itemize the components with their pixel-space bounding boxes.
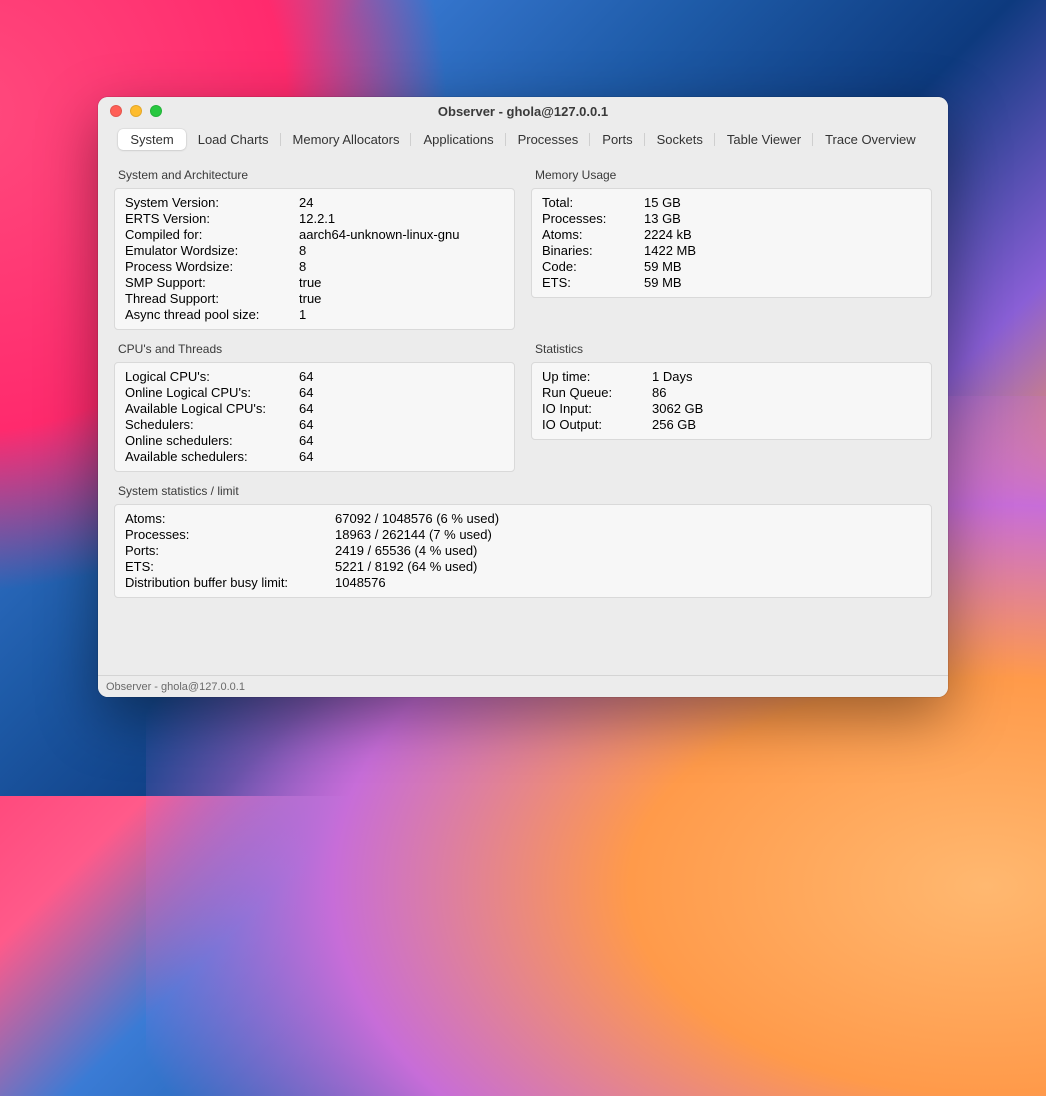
- row-limit-atoms: Atoms:67092 / 1048576 (6 % used): [125, 511, 921, 527]
- tab-load-charts[interactable]: Load Charts: [186, 129, 281, 150]
- row-mem-ets: ETS:59 MB: [542, 275, 921, 291]
- status-text: Observer - ghola@127.0.0.1: [106, 681, 245, 693]
- row-mem-atoms: Atoms:2224 kB: [542, 227, 921, 243]
- system-architecture-panel: System and Architecture System Version:2…: [114, 168, 515, 330]
- panel-title: System and Architecture: [114, 168, 515, 188]
- row-available-schedulers: Available schedulers:64: [125, 449, 504, 465]
- row-mem-binaries: Binaries:1422 MB: [542, 243, 921, 259]
- tabbar: System Load Charts Memory Allocators App…: [98, 125, 948, 156]
- titlebar[interactable]: Observer - ghola@127.0.0.1: [98, 97, 948, 125]
- row-erts-version: ERTS Version:12.2.1: [125, 211, 504, 227]
- panel-title: System statistics / limit: [114, 484, 932, 504]
- row-limit-ports: Ports:2419 / 65536 (4 % used): [125, 543, 921, 559]
- panel-body: Atoms:67092 / 1048576 (6 % used) Process…: [114, 504, 932, 598]
- tab-table-viewer[interactable]: Table Viewer: [715, 129, 813, 150]
- row-mem-processes: Processes:13 GB: [542, 211, 921, 227]
- tab-processes[interactable]: Processes: [506, 129, 591, 150]
- row-io-output: IO Output:256 GB: [542, 417, 921, 433]
- panel-body: Logical CPU's:64 Online Logical CPU's:64…: [114, 362, 515, 472]
- close-icon[interactable]: [110, 105, 122, 117]
- row-limit-dist-buffer: Distribution buffer busy limit:1048576: [125, 575, 921, 591]
- row-available-logical-cpus: Available Logical CPU's:64: [125, 401, 504, 417]
- row-online-schedulers: Online schedulers:64: [125, 433, 504, 449]
- row-emu-wordsize: Emulator Wordsize:8: [125, 243, 504, 259]
- tab-system[interactable]: System: [118, 129, 185, 150]
- row-online-logical-cpus: Online Logical CPU's:64: [125, 385, 504, 401]
- row-io-input: IO Input:3062 GB: [542, 401, 921, 417]
- window-title: Observer - ghola@127.0.0.1: [98, 104, 948, 119]
- row-smp-support: SMP Support:true: [125, 275, 504, 291]
- row-limit-processes: Processes:18963 / 262144 (7 % used): [125, 527, 921, 543]
- row-logical-cpus: Logical CPU's:64: [125, 369, 504, 385]
- row-proc-wordsize: Process Wordsize:8: [125, 259, 504, 275]
- observer-window: Observer - ghola@127.0.0.1 System Load C…: [98, 97, 948, 697]
- row-uptime: Up time:1 Days: [542, 369, 921, 385]
- panel-body: Total:15 GB Processes:13 GB Atoms:2224 k…: [531, 188, 932, 298]
- row-schedulers: Schedulers:64: [125, 417, 504, 433]
- row-compiled-for: Compiled for:aarch64-unknown-linux-gnu: [125, 227, 504, 243]
- panel-body: System Version:24 ERTS Version:12.2.1 Co…: [114, 188, 515, 330]
- row-run-queue: Run Queue:86: [542, 385, 921, 401]
- tab-sockets[interactable]: Sockets: [645, 129, 715, 150]
- row-async-pool: Async thread pool size:1: [125, 307, 504, 323]
- tab-memory-allocators[interactable]: Memory Allocators: [281, 129, 412, 150]
- tab-trace-overview[interactable]: Trace Overview: [813, 129, 928, 150]
- panel-title: Memory Usage: [531, 168, 932, 188]
- row-system-version: System Version:24: [125, 195, 504, 211]
- traffic-lights: [110, 105, 162, 117]
- panel-title: CPU's and Threads: [114, 342, 515, 362]
- memory-usage-panel: Memory Usage Total:15 GB Processes:13 GB…: [531, 168, 932, 330]
- row-mem-code: Code:59 MB: [542, 259, 921, 275]
- row-limit-ets: ETS:5221 / 8192 (64 % used): [125, 559, 921, 575]
- cpus-threads-panel: CPU's and Threads Logical CPU's:64 Onlin…: [114, 342, 515, 472]
- statusbar: Observer - ghola@127.0.0.1: [98, 675, 948, 697]
- tab-applications[interactable]: Applications: [411, 129, 505, 150]
- row-thread-support: Thread Support:true: [125, 291, 504, 307]
- panel-title: Statistics: [531, 342, 932, 362]
- content-area: System and Architecture System Version:2…: [98, 156, 948, 675]
- row-mem-total: Total:15 GB: [542, 195, 921, 211]
- statistics-panel: Statistics Up time:1 Days Run Queue:86 I…: [531, 342, 932, 472]
- zoom-icon[interactable]: [150, 105, 162, 117]
- tab-ports[interactable]: Ports: [590, 129, 644, 150]
- panel-body: Up time:1 Days Run Queue:86 IO Input:306…: [531, 362, 932, 440]
- minimize-icon[interactable]: [130, 105, 142, 117]
- system-limits-panel: System statistics / limit Atoms:67092 / …: [114, 484, 932, 598]
